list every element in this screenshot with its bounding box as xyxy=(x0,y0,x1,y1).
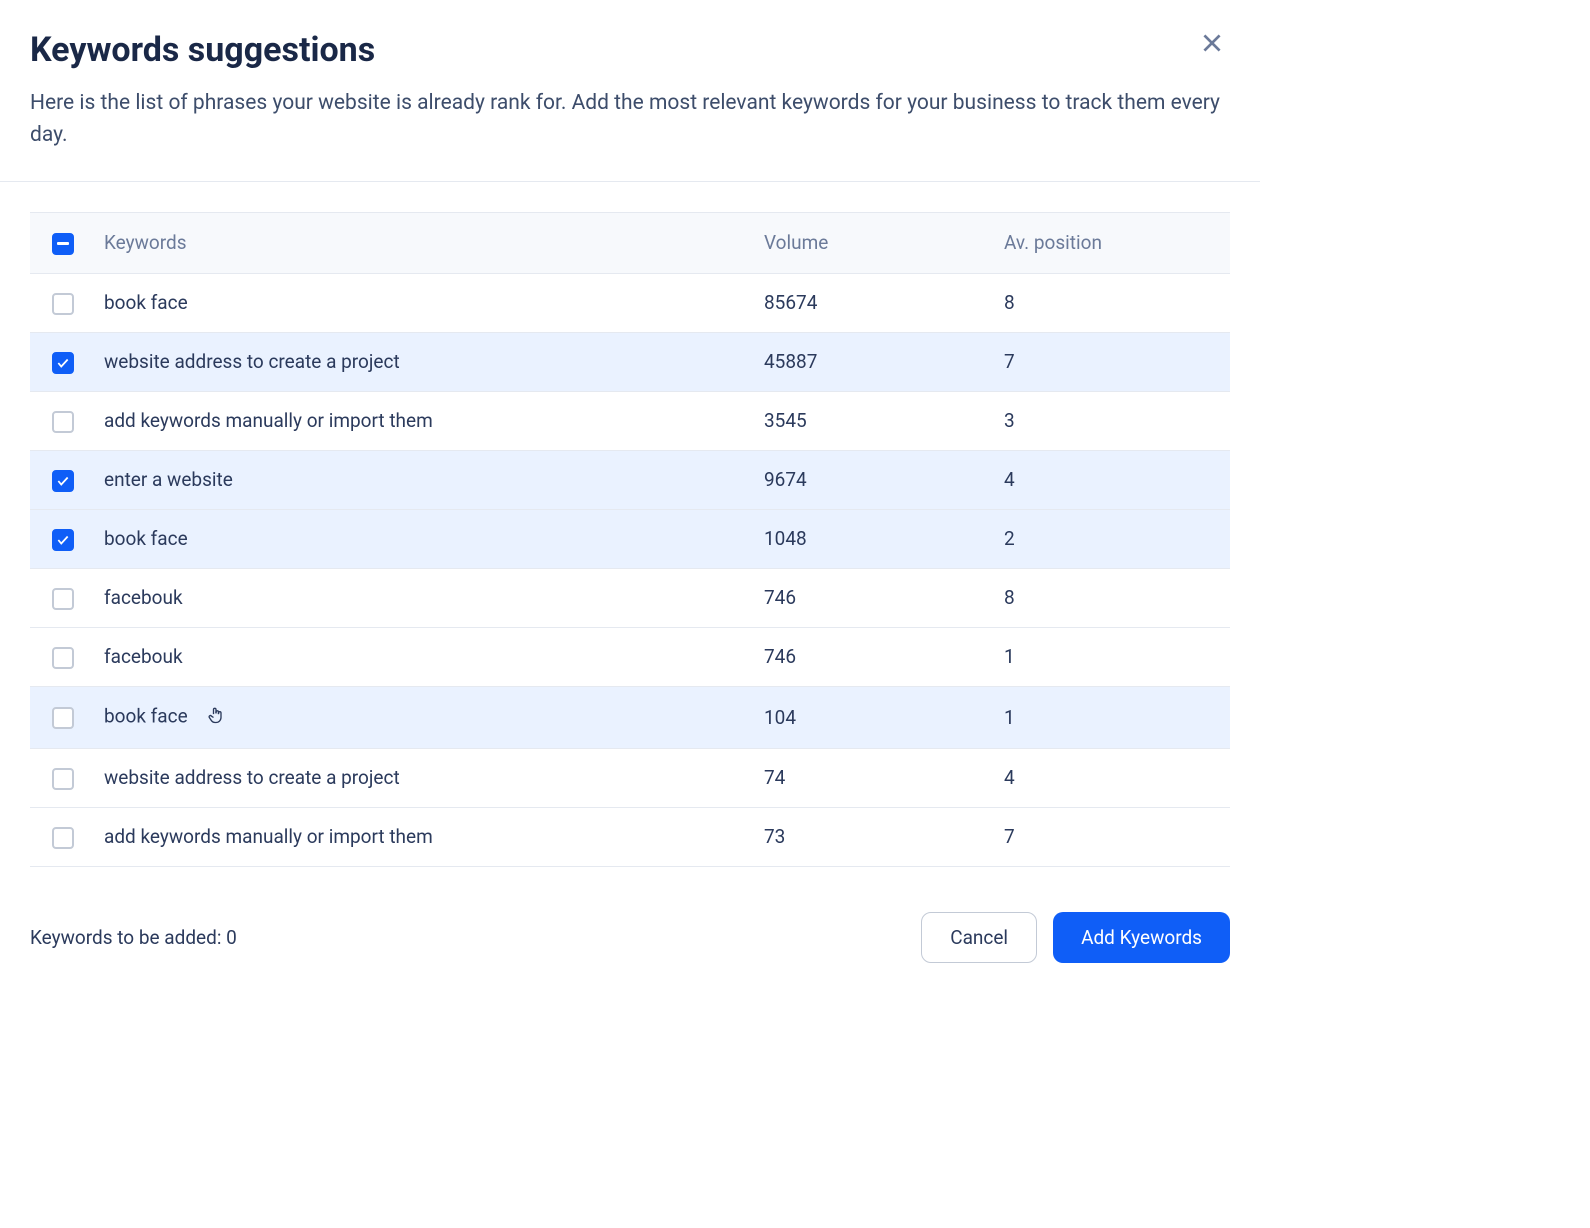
keyword-text: facebouk xyxy=(104,586,183,609)
table-row[interactable]: facebouk 7468 xyxy=(30,568,1230,627)
volume-cell: 45887 xyxy=(750,332,990,391)
row-checkbox[interactable] xyxy=(52,588,74,610)
select-all-checkbox[interactable] xyxy=(52,233,74,255)
modal-subtitle: Here is the list of phrases your website… xyxy=(30,88,1230,151)
position-cell: 1 xyxy=(990,686,1230,748)
footer-actions: Cancel Add Kyewords xyxy=(921,912,1230,963)
position-cell: 8 xyxy=(990,273,1230,332)
volume-cell: 73 xyxy=(750,807,990,866)
volume-cell: 746 xyxy=(750,627,990,686)
row-checkbox[interactable] xyxy=(52,768,74,790)
keyword-text: add keywords manually or import them xyxy=(104,825,433,848)
modal-footer: Keywords to be added: 0 Cancel Add Kyewo… xyxy=(30,912,1230,963)
keyword-text: website address to create a project xyxy=(104,350,400,373)
keywords-table: Keywords Volume Av. position book face 85… xyxy=(30,212,1230,867)
row-checkbox[interactable] xyxy=(52,529,74,551)
check-icon xyxy=(56,474,70,488)
table-header-row: Keywords Volume Av. position xyxy=(30,213,1230,274)
divider xyxy=(0,181,1260,182)
keyword-text: add keywords manually or import them xyxy=(104,409,433,432)
table-row[interactable]: enter a website 96744 xyxy=(30,450,1230,509)
keyword-cell: website address to create a project xyxy=(90,748,750,807)
position-cell: 7 xyxy=(990,332,1230,391)
position-cell: 3 xyxy=(990,391,1230,450)
add-keywords-button[interactable]: Add Kyewords xyxy=(1053,912,1230,963)
row-checkbox[interactable] xyxy=(52,411,74,433)
keyword-cell: facebouk xyxy=(90,627,750,686)
header-keywords[interactable]: Keywords xyxy=(90,213,750,274)
row-checkbox[interactable] xyxy=(52,707,74,729)
keyword-cell: add keywords manually or import them xyxy=(90,391,750,450)
keyword-cell: facebouk xyxy=(90,568,750,627)
minus-icon xyxy=(57,242,69,245)
keyword-cell: enter a website xyxy=(90,450,750,509)
keyword-cell: book face xyxy=(90,686,750,748)
table-row[interactable]: book face 856748 xyxy=(30,273,1230,332)
keyword-text: book face xyxy=(104,527,188,550)
row-checkbox[interactable] xyxy=(52,352,74,374)
position-cell: 2 xyxy=(990,509,1230,568)
keyword-cell: book face xyxy=(90,273,750,332)
volume-cell: 9674 xyxy=(750,450,990,509)
keyword-text: book face xyxy=(104,291,188,314)
check-icon xyxy=(56,533,70,547)
position-cell: 1 xyxy=(990,627,1230,686)
row-checkbox[interactable] xyxy=(52,827,74,849)
keyword-text: enter a website xyxy=(104,468,233,491)
modal-title: Keywords suggestions xyxy=(30,30,1230,70)
volume-cell: 3545 xyxy=(750,391,990,450)
keywords-suggestions-modal: Keywords suggestions Here is the list of… xyxy=(30,30,1230,963)
close-button[interactable] xyxy=(1194,25,1230,65)
table-row[interactable]: website address to create a project 45887… xyxy=(30,332,1230,391)
volume-cell: 746 xyxy=(750,568,990,627)
close-icon xyxy=(1199,30,1225,56)
table-row[interactable]: website address to create a project 744 xyxy=(30,748,1230,807)
header-position[interactable]: Av. position xyxy=(990,213,1230,274)
table-row[interactable]: book face 10482 xyxy=(30,509,1230,568)
header-volume[interactable]: Volume xyxy=(750,213,990,274)
keyword-cell: add keywords manually or import them xyxy=(90,807,750,866)
keyword-cell: website address to create a project xyxy=(90,332,750,391)
cursor-pointer-icon xyxy=(206,704,226,731)
row-checkbox[interactable] xyxy=(52,647,74,669)
table-row[interactable]: add keywords manually or import them 3545… xyxy=(30,391,1230,450)
row-checkbox[interactable] xyxy=(52,293,74,315)
row-checkbox[interactable] xyxy=(52,470,74,492)
volume-cell: 104 xyxy=(750,686,990,748)
volume-cell: 1048 xyxy=(750,509,990,568)
position-cell: 8 xyxy=(990,568,1230,627)
table-row[interactable]: add keywords manually or import them 737 xyxy=(30,807,1230,866)
position-cell: 7 xyxy=(990,807,1230,866)
keyword-text: book face xyxy=(104,704,188,727)
volume-cell: 85674 xyxy=(750,273,990,332)
keyword-text: website address to create a project xyxy=(104,766,400,789)
volume-cell: 74 xyxy=(750,748,990,807)
cancel-button[interactable]: Cancel xyxy=(921,912,1037,963)
keywords-count-label: Keywords to be added: 0 xyxy=(30,926,237,949)
table-row[interactable]: facebouk 7461 xyxy=(30,627,1230,686)
check-icon xyxy=(56,356,70,370)
position-cell: 4 xyxy=(990,748,1230,807)
table-row[interactable]: book face 1041 xyxy=(30,686,1230,748)
position-cell: 4 xyxy=(990,450,1230,509)
keyword-cell: book face xyxy=(90,509,750,568)
keyword-text: facebouk xyxy=(104,645,183,668)
